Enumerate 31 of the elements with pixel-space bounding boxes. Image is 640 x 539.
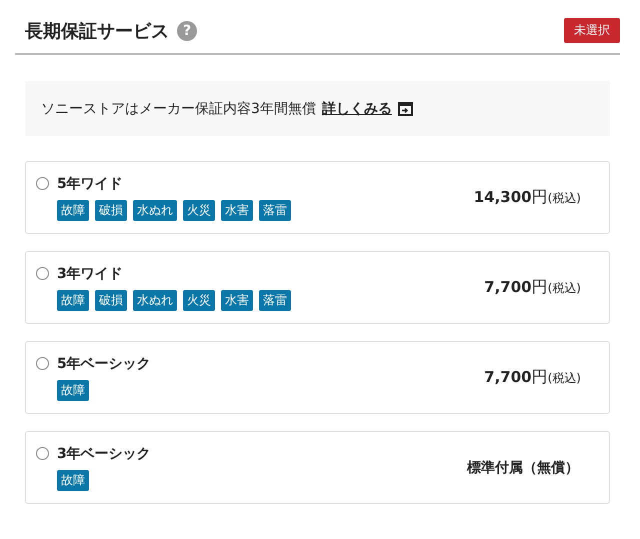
plan-name: 5年ベーシック xyxy=(57,354,151,372)
price: 14,300円(税込) xyxy=(474,187,581,208)
details-link[interactable]: 詳しくみる xyxy=(322,100,392,118)
coverage-tag: 故障 xyxy=(57,470,89,490)
plan-name: 3年ベーシック xyxy=(57,444,151,462)
coverage-tag: 故障 xyxy=(57,290,89,310)
coverage-tag: 故障 xyxy=(57,200,89,220)
coverage-tag: 落雷 xyxy=(259,290,291,310)
coverage-tag: 火災 xyxy=(183,200,215,220)
radio-button[interactable] xyxy=(36,447,49,460)
coverage-tag: 破損 xyxy=(95,200,127,220)
notice-text: ソニーストアはメーカー保証内容3年間無償 xyxy=(41,100,316,118)
coverage-tag: 水ぬれ xyxy=(133,200,177,220)
status-badge: 未選択 xyxy=(564,18,620,43)
coverage-tag: 水害 xyxy=(221,290,253,310)
plan-name: 5年ワイド xyxy=(57,174,123,192)
radio-button[interactable] xyxy=(36,357,49,370)
coverage-tag: 水害 xyxy=(221,200,253,220)
coverage-tag: 火災 xyxy=(183,290,215,310)
price: 標準付属（無償） xyxy=(467,458,579,476)
external-link-icon xyxy=(398,102,413,116)
plan-name: 3年ワイド xyxy=(57,264,123,282)
section-title: 長期保証サービス xyxy=(25,20,169,42)
coverage-tag: 水ぬれ xyxy=(133,290,177,310)
radio-button[interactable] xyxy=(36,177,49,190)
price: 7,700円(税込) xyxy=(484,367,581,388)
coverage-tag: 破損 xyxy=(95,290,127,310)
radio-button[interactable] xyxy=(36,267,49,280)
price: 7,700円(税込) xyxy=(484,277,581,298)
coverage-tag: 故障 xyxy=(57,380,89,400)
coverage-tag: 落雷 xyxy=(259,200,291,220)
